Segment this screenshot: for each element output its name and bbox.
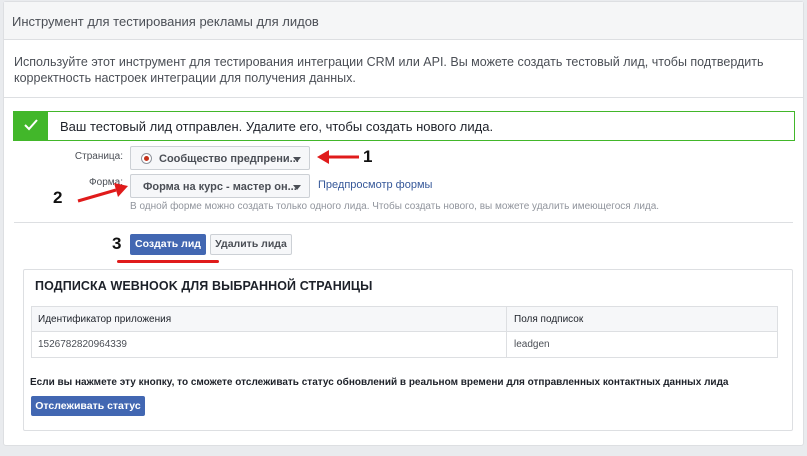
tool-description: Используйте этот инструмент для тестиров… [14,55,764,85]
webhook-title: ПОДПИСКА WEBHOOK ДЛЯ ВЫБРАННОЙ СТРАНИЦЫ [35,279,373,293]
annotation-arrow-2 [77,183,128,203]
table-cell-fields: leadgen [514,339,550,350]
webhook-table: Идентификатор приложения Поля подписок 1… [31,306,778,358]
page-title: Инструмент для тестирования рекламы для … [12,14,319,29]
check-icon [14,112,48,140]
track-status-note: Если вы нажмете эту кнопку, то сможете о… [30,377,729,388]
page-avatar-icon [141,153,152,164]
annotation-number-3: 3 [112,234,122,253]
track-status-button[interactable]: Отслеживать статус [31,396,145,416]
annotation-arrow-1 [317,150,359,164]
table-cell-app-id: 1526782820964339 [38,339,127,350]
webhook-subscription-panel: ПОДПИСКА WEBHOOK ДЛЯ ВЫБРАННОЙ СТРАНИЦЫ … [23,269,793,431]
annotation-underline [117,260,219,263]
annotation-number-1: 1 [363,147,373,166]
page-label: Страница: [74,151,123,162]
form-select-value: Форма на курс - мастер он... [143,181,297,193]
card-header: Инструмент для тестирования рекламы для … [4,2,803,40]
delete-lead-button[interactable]: Удалить лида [210,234,292,255]
form-select[interactable]: Форма на курс - мастер он... [130,174,310,198]
form-preview-link[interactable]: Предпросмотр формы [318,179,432,191]
divider [14,222,793,223]
page-select-value: Сообщество предпрени... [159,153,299,165]
column-header-fields: Поля подписок [514,314,584,325]
column-divider [506,307,507,357]
form-hint: В одной форме можно создать только одног… [130,201,660,212]
divider [4,97,803,98]
lead-ads-testing-tool-card: Инструмент для тестирования рекламы для … [3,1,804,446]
column-header-app-id: Идентификатор приложения [38,314,172,325]
success-alert: Ваш тестовый лид отправлен. Удалите его,… [13,111,795,141]
annotation-number-2: 2 [53,188,63,207]
page-select[interactable]: Сообщество предпрени... [130,146,310,170]
chevron-down-icon [293,157,301,162]
create-lead-button[interactable]: Создать лид [130,234,206,255]
alert-message: Ваш тестовый лид отправлен. Удалите его,… [60,119,494,134]
chevron-down-icon [293,185,301,190]
